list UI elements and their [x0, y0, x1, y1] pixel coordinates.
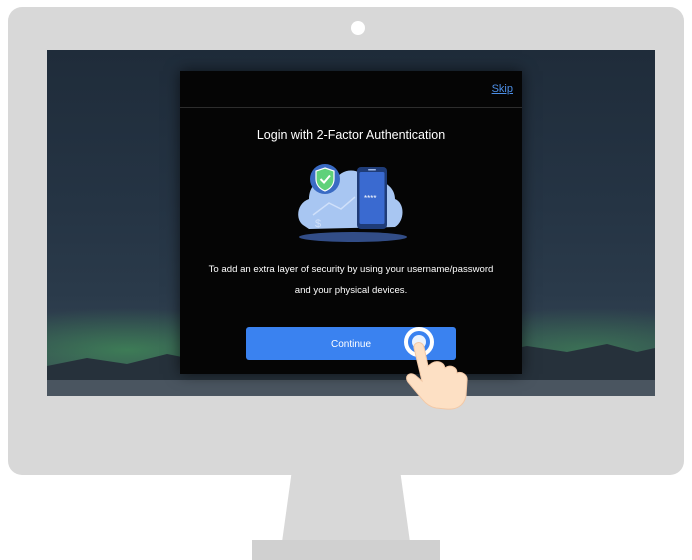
- dialog-description: To add an extra layer of security by usi…: [188, 259, 514, 301]
- dollar-icon: $: [315, 218, 321, 230]
- dialog-title: Login with 2-Factor Authentication: [256, 128, 446, 142]
- hand-pointer-icon: [404, 327, 468, 410]
- shield-check-icon: [315, 167, 335, 192]
- dialog-header: Skip: [180, 71, 522, 108]
- security-illustration: $ ****: [298, 164, 407, 242]
- smartphone-icon: ****: [357, 167, 387, 229]
- cloud-shadow: [299, 232, 407, 242]
- description-line-1: To add an extra layer of security by usi…: [208, 264, 494, 275]
- svg-text:****: ****: [364, 194, 376, 203]
- monitor-stand-base: [252, 540, 440, 560]
- skip-link[interactable]: Skip: [492, 83, 513, 95]
- webcam: [351, 21, 365, 35]
- description-line-2: and your physical devices.: [294, 285, 408, 296]
- monitor-stand: [282, 475, 410, 541]
